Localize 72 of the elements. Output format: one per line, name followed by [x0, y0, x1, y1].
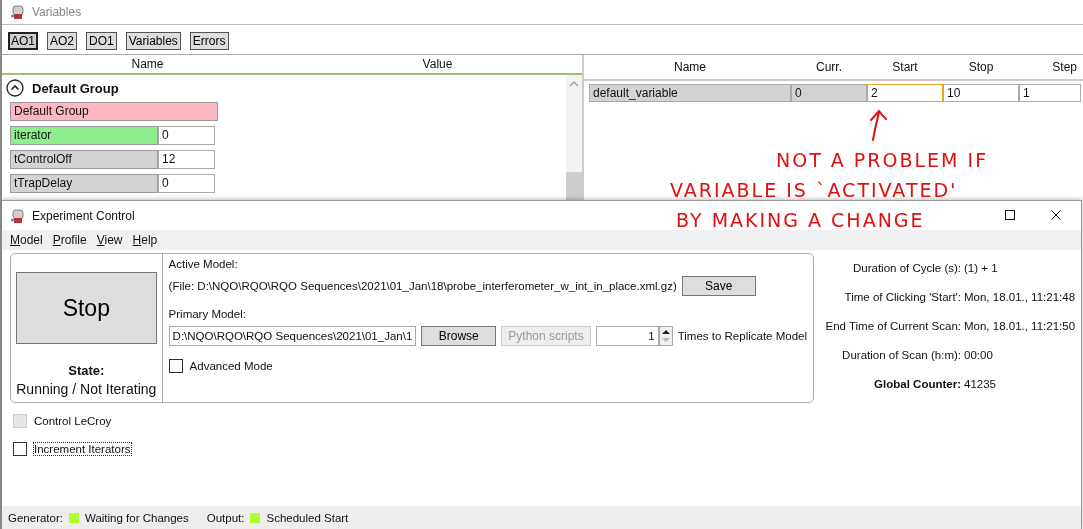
status-label: Output:: [206, 512, 245, 524]
app-icon: [10, 207, 26, 224]
maximize-icon[interactable]: [1005, 210, 1015, 220]
browse-button[interactable]: Browse: [421, 326, 497, 346]
checkbox-label: Increment Iterators: [34, 443, 131, 455]
value-field[interactable]: 12: [158, 150, 215, 169]
variable-name: iterator: [10, 126, 158, 145]
close-icon[interactable]: [1051, 210, 1061, 220]
current-value: 0: [791, 84, 867, 102]
checkbox[interactable]: [168, 359, 183, 373]
scroll-up-icon[interactable]: [569, 81, 579, 87]
collapse-icon[interactable]: [6, 79, 24, 97]
variable-name: tTrapDelay: [10, 174, 158, 193]
window-title: Variables: [32, 5, 82, 19]
info-label: Duration of Cycle (s):: [852, 262, 961, 274]
step-field[interactable]: 1: [1019, 84, 1081, 102]
status-label: Generator:: [8, 512, 63, 524]
spinner-icon[interactable]: [658, 326, 673, 346]
column-header: Step: [1051, 60, 1078, 74]
annotation-text: NOT A PROBLEM IF VARIABLE IS `ACTIVATED' BY MAKING A CHANGE: [670, 148, 989, 233]
tab[interactable]: DO1: [86, 32, 117, 50]
tab[interactable]: AO1: [8, 32, 38, 50]
path-field[interactable]: D:\NQO\RQO\RQO Sequences\2021\01_Jan\1: [168, 326, 417, 346]
state-label: State:: [68, 363, 105, 378]
checkbox-label: Control LeCroy: [34, 415, 112, 427]
menu-item[interactable]: View: [96, 233, 123, 247]
info-label: End Time of Current Scan:: [824, 320, 961, 332]
replicate-label: Times to Replicate Model: [677, 330, 807, 342]
start-field[interactable]: 2: [867, 84, 943, 102]
menu-item[interactable]: Profile: [52, 233, 87, 247]
scroll-thumb[interactable]: [566, 172, 582, 200]
save-button[interactable]: Save: [681, 276, 756, 296]
info-value: 41235: [964, 378, 997, 390]
group-title: Default Group: [32, 80, 119, 96]
column-header: Stop: [967, 60, 995, 74]
info-label: Global Counter:: [873, 378, 961, 390]
info-label: Duration of Scan (h:m):: [841, 349, 961, 361]
menu-item[interactable]: Model: [10, 233, 43, 247]
state-value: Running / Not Iterating: [16, 381, 157, 397]
stop-field[interactable]: 10: [943, 84, 1019, 102]
active-model-label: Active Model:: [168, 258, 239, 270]
column-header: Name: [673, 60, 707, 74]
info-label: Time of Clicking 'Start':: [843, 291, 961, 303]
value-field[interactable]: 0: [158, 174, 215, 193]
arrow-drawing: [868, 108, 888, 142]
info-value: Mon, 18.01., 11:21:48: [964, 291, 1076, 303]
tab[interactable]: Variables: [125, 32, 181, 50]
spin-field[interactable]: 1: [595, 326, 659, 346]
scrollbar[interactable]: [566, 75, 582, 200]
active-model-file: (File: D:\NQO\RQO\RQO Sequences\2021\01_Jan\18\probe_interferometer_w_int_in_place.xml.gz): [168, 280, 677, 292]
tab[interactable]: AO2: [47, 32, 78, 50]
checkbox-label: Advanced Mode: [189, 360, 273, 372]
stop-button[interactable]: Stop: [15, 272, 157, 344]
value-field[interactable]: 0: [158, 126, 215, 145]
group-label: Default Group: [10, 102, 218, 121]
column-header: Value: [421, 57, 454, 71]
variable-name: default_variable: [589, 84, 791, 102]
primary-model-label: Primary Model:: [168, 308, 247, 320]
app-icon: [10, 4, 26, 20]
column-header: Name: [130, 57, 165, 71]
column-header: Curr.: [815, 60, 843, 74]
variable-name: tControlOff: [10, 150, 158, 169]
window-title: Experiment Control: [32, 208, 135, 223]
status-text: Waiting for Changes: [85, 512, 189, 524]
info-value: Mon, 18.01., 11:21:50: [964, 320, 1076, 332]
checkbox[interactable]: [13, 442, 27, 456]
column-header: Start: [891, 60, 919, 74]
info-value: (1) + 1: [964, 262, 999, 274]
tab[interactable]: Errors: [189, 32, 229, 50]
info-value: 00:00: [964, 349, 994, 361]
menu-item[interactable]: Help: [132, 233, 158, 247]
status-text: Scheduled Start: [266, 512, 349, 524]
